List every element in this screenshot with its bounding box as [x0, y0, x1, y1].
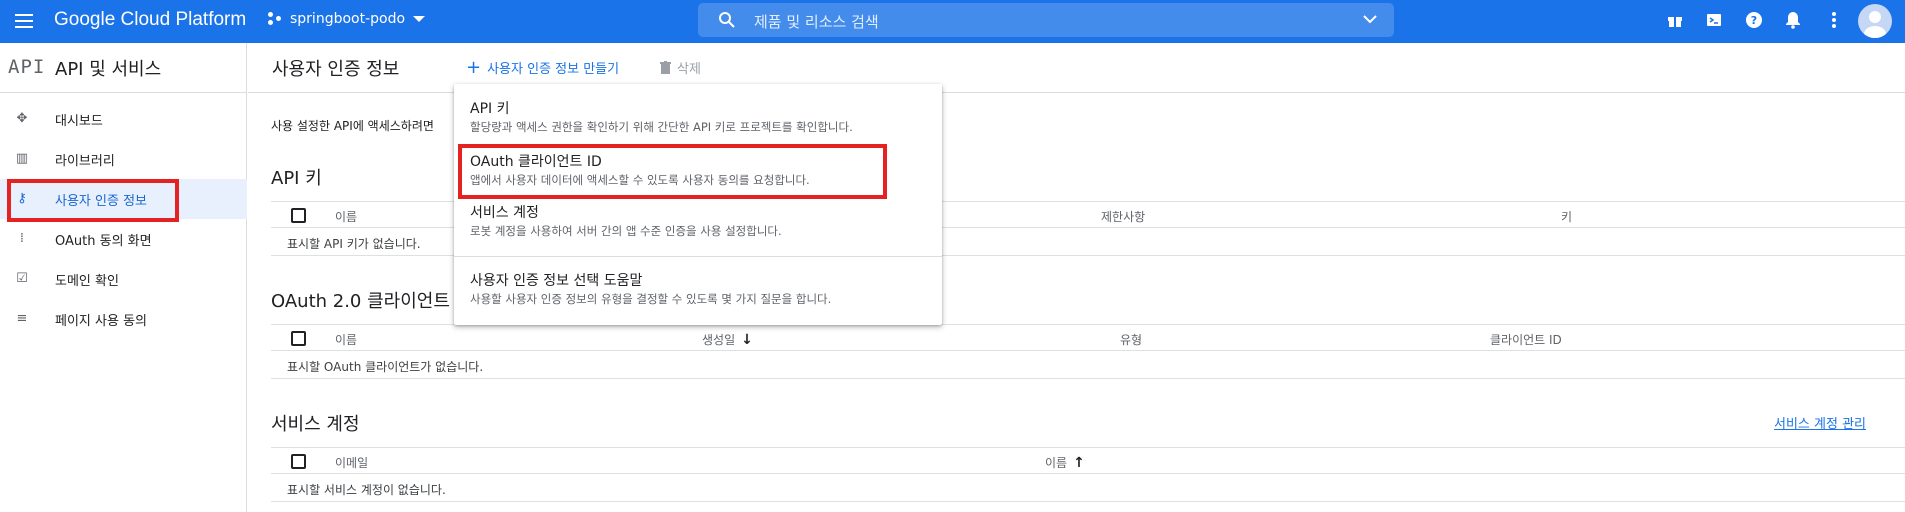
delete-button[interactable]: 삭제: [660, 58, 701, 77]
empty-row: 표시할 OAuth 클라이언트가 없습니다.: [271, 351, 1905, 379]
sidebar-item-library[interactable]: ▥ 라이브러리: [0, 139, 247, 179]
credentials-description: 사용 설정한 API에 액세스하려면: [271, 119, 434, 133]
service-accounts-table-header: 이메일 이름 ↑: [271, 447, 1905, 474]
empty-message: 표시할 OAuth 클라이언트가 없습니다.: [287, 360, 484, 374]
oauth-table-header: 이름 생성일 ↓ 유형 클라이언트 ID: [271, 324, 1905, 351]
column-header-sortable[interactable]: 이름 ↑: [1045, 454, 1085, 471]
sidebar-item-label: 라이브러리: [55, 154, 115, 169]
column-header: 이름: [1045, 456, 1068, 470]
select-all-checkbox[interactable]: [291, 208, 306, 223]
column-header: 생성일: [702, 333, 736, 347]
menu-item-subtitle: 사용할 사용자 인증 정보의 유형을 결정할 수 있도록 몇 가지 질문을 합니…: [470, 292, 832, 306]
column-header[interactable]: 키: [1561, 208, 1572, 225]
select-all-checkbox[interactable]: [291, 454, 306, 469]
column-header-sortable[interactable]: 생성일 ↓: [702, 331, 753, 348]
domain-verify-icon: ☑: [16, 271, 28, 286]
select-all-checkbox[interactable]: [291, 331, 306, 346]
empty-message: 표시할 API 키가 없습니다.: [287, 237, 421, 251]
menu-item-title: API 키: [470, 101, 510, 117]
sort-arrow-down-icon: ↓: [741, 332, 753, 348]
highlight-box: [458, 144, 887, 199]
column-header[interactable]: 제한사항: [1101, 208, 1145, 225]
sidebar-item-label: 도메인 확인: [55, 274, 119, 289]
project-name: springboot-podo: [290, 11, 406, 27]
oauth-consent-icon: ⁞: [19, 231, 25, 246]
search-icon: [719, 12, 735, 28]
delete-label: 삭제: [677, 62, 701, 77]
menu-icon[interactable]: [12, 8, 38, 34]
api-logo-icon: API: [8, 56, 46, 78]
sidebar-item-domain-verification[interactable]: ☑ 도메인 확인: [0, 259, 247, 299]
menu-divider: [454, 256, 942, 257]
trash-icon: [660, 61, 671, 74]
gift-icon[interactable]: [1664, 9, 1686, 31]
menu-item-help-me-choose[interactable]: 사용자 인증 정보 선택 도움말 사용할 사용자 인증 정보의 유형을 결정할 …: [454, 262, 942, 318]
sidebar-item-label: 대시보드: [55, 114, 103, 129]
menu-item-title: 사용자 인증 정보 선택 도움말: [470, 273, 643, 289]
empty-row: 표시할 서비스 계정이 없습니다.: [271, 474, 1905, 502]
column-header[interactable]: 이름: [335, 331, 357, 348]
project-icon: [268, 12, 282, 26]
sidebar: API API 및 서비스 ✥ 대시보드 ▥ 라이브러리 ⚷ 사용자 인증 정보…: [0, 43, 247, 512]
brand-logo[interactable]: Google Cloud Platform: [54, 9, 246, 31]
empty-message: 표시할 서비스 계정이 없습니다.: [287, 483, 446, 497]
highlight-box: [7, 179, 179, 222]
service-accounts-title: 서비스 계정: [271, 414, 360, 435]
plus-icon: +: [466, 57, 482, 78]
column-header[interactable]: 클라이언트 ID: [1490, 331, 1562, 348]
library-icon: ▥: [15, 151, 29, 166]
project-selector[interactable]: springboot-podo: [268, 11, 426, 27]
menu-item-subtitle: 할당량과 액세스 권한을 확인하기 위해 간단한 API 키로 프로젝트를 확인…: [470, 120, 853, 134]
notifications-icon[interactable]: [1782, 9, 1804, 31]
account-avatar[interactable]: [1858, 4, 1892, 38]
sidebar-item-oauth-consent[interactable]: ⁞ OAuth 동의 화면: [0, 219, 247, 259]
more-vert-icon[interactable]: [1823, 9, 1845, 31]
api-keys-title: API 키: [271, 168, 322, 189]
manage-service-accounts-link[interactable]: 서비스 계정 관리: [1774, 413, 1866, 432]
chevron-down-icon: [413, 16, 426, 22]
menu-item-title: 서비스 계정: [470, 205, 539, 221]
menu-item-service-account[interactable]: 서비스 계정 로봇 계정을 사용하여 서버 간의 앱 수준 인증을 사용 설정합…: [454, 196, 942, 252]
menu-item-subtitle: 로봇 계정을 사용하여 서버 간의 앱 수준 인증을 사용 설정합니다.: [470, 224, 782, 238]
sidebar-item-label: OAuth 동의 화면: [55, 234, 152, 249]
column-header[interactable]: 이메일: [335, 454, 368, 471]
page-title: 사용자 인증 정보: [272, 59, 400, 80]
column-header[interactable]: 이름: [335, 208, 357, 225]
sort-arrow-up-icon: ↑: [1073, 455, 1085, 471]
sidebar-item-label: 페이지 사용 동의: [55, 314, 147, 329]
sidebar-header: API API 및 서비스: [0, 43, 247, 93]
create-credentials-menu: API 키 할당량과 액세스 권한을 확인하기 위해 간단한 API 키로 프로…: [454, 84, 942, 325]
create-credentials-label: 사용자 인증 정보 만들기: [487, 62, 620, 77]
search-bar[interactable]: 제품 및 리소스 검색: [698, 3, 1394, 37]
menu-item-api-key[interactable]: API 키 할당량과 액세스 권한을 확인하기 위해 간단한 API 키로 프로…: [454, 84, 942, 138]
expand-search-icon[interactable]: [1362, 13, 1378, 25]
dashboard-icon: ✥: [16, 111, 28, 126]
column-header[interactable]: 유형: [1120, 331, 1142, 348]
help-icon[interactable]: ?: [1743, 9, 1765, 31]
page-usage-icon: ≡: [16, 311, 28, 326]
oauth-clients-title: OAuth 2.0 클라이언트 ID: [271, 291, 475, 312]
search-input[interactable]: 제품 및 리소스 검색: [754, 11, 879, 32]
cloud-shell-icon[interactable]: [1703, 9, 1725, 31]
sidebar-title: API 및 서비스: [55, 59, 162, 80]
sidebar-item-dashboard[interactable]: ✥ 대시보드: [0, 99, 247, 139]
create-credentials-button[interactable]: + 사용자 인증 정보 만들기: [466, 57, 620, 78]
svg-text:?: ?: [1751, 14, 1757, 27]
sidebar-item-page-usage[interactable]: ≡ 페이지 사용 동의: [0, 299, 247, 339]
top-bar: Google Cloud Platform springboot-podo 제품…: [0, 0, 1905, 43]
